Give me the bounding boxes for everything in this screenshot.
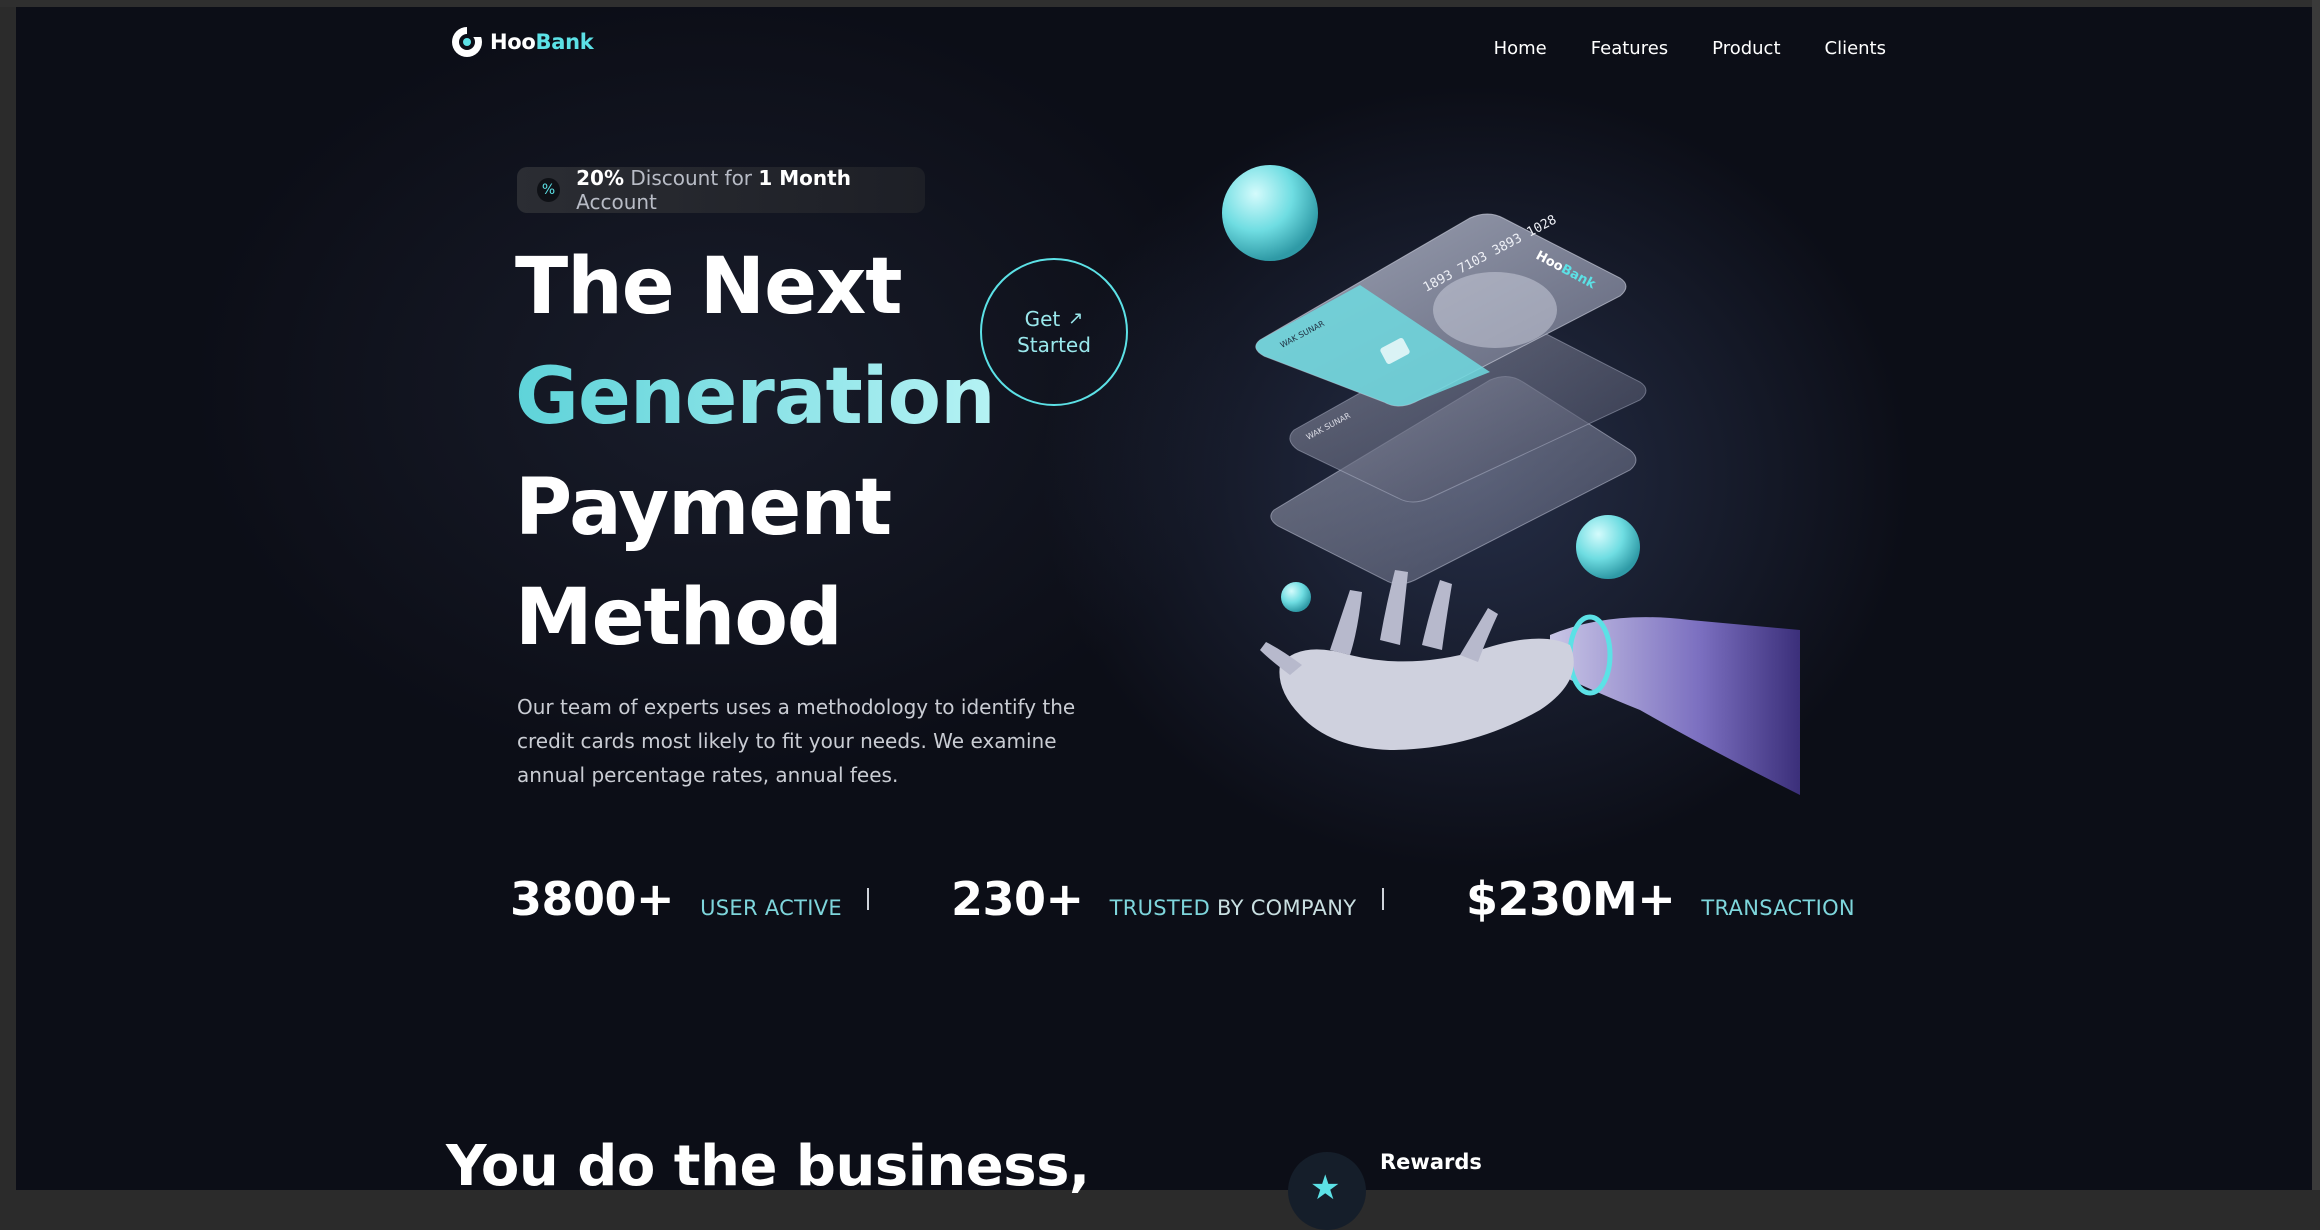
logo-icon [452, 27, 482, 57]
cta-label-line1: Get [1024, 307, 1061, 331]
stat-divider [1382, 888, 1384, 910]
card-top-disc [1433, 272, 1557, 348]
stat-companies: 230+ TRUSTED BY COMPANY [951, 872, 1356, 926]
discount-text: 20% Discount for 1 Month Account [576, 166, 851, 214]
stat-users-value: 3800+ [510, 872, 675, 926]
hero-title-line3: Payment [515, 463, 892, 553]
robot-palm [1279, 638, 1574, 750]
main-nav: Home Features Product Clients [1494, 38, 1886, 59]
nav-clients[interactable]: Clients [1825, 38, 1887, 59]
star-icon: ★ [1310, 1168, 1341, 1208]
orb-small [1281, 582, 1311, 612]
brand-name: HooBank [490, 30, 594, 54]
orb-medium [1576, 515, 1640, 579]
section-heading: You do the business, [446, 1134, 1090, 1199]
cta-label-line2: Started [1017, 333, 1091, 357]
stat-transactions: $230M+ TRANSACTION [1466, 872, 1855, 926]
arrow-up-right-icon: ↗ [1068, 308, 1084, 329]
brand-logo[interactable]: HooBank [450, 25, 594, 59]
hero-title-line1: The Next [515, 242, 903, 332]
stat-companies-label: TRUSTED BY COMPANY [1109, 896, 1357, 920]
stat-divider [867, 888, 869, 910]
stat-users: 3800+ USER ACTIVE [510, 872, 842, 926]
window-edge [2312, 0, 2320, 1190]
discount-icon: % [537, 178, 561, 202]
hero-title-line2: Generation [515, 352, 996, 442]
hero-illustration: 1893 7103 3893 1028 WAK SUNAR WAK SUNAR … [1222, 165, 1800, 795]
stat-companies-value: 230+ [951, 872, 1084, 926]
feature-title-rewards: Rewards [1380, 1150, 1482, 1174]
nav-features[interactable]: Features [1591, 38, 1668, 59]
stat-transactions-value: $230M+ [1466, 872, 1676, 926]
nav-home[interactable]: Home [1494, 38, 1547, 59]
nav-product[interactable]: Product [1712, 38, 1780, 59]
page [16, 7, 2320, 1190]
robot-arm [1550, 617, 1800, 795]
hero-title-line4: Method [515, 573, 843, 663]
orb-large [1222, 165, 1318, 261]
discount-badge: % 20% Discount for 1 Month Account [517, 166, 925, 214]
stat-users-label: USER ACTIVE [700, 896, 842, 920]
stat-transactions-label: TRANSACTION [1701, 896, 1855, 920]
browser-top-edge [0, 0, 2320, 7]
hero-description: Our team of experts uses a methodology t… [517, 695, 1076, 787]
get-started-button[interactable]: Get ↗ Started [980, 258, 1128, 406]
